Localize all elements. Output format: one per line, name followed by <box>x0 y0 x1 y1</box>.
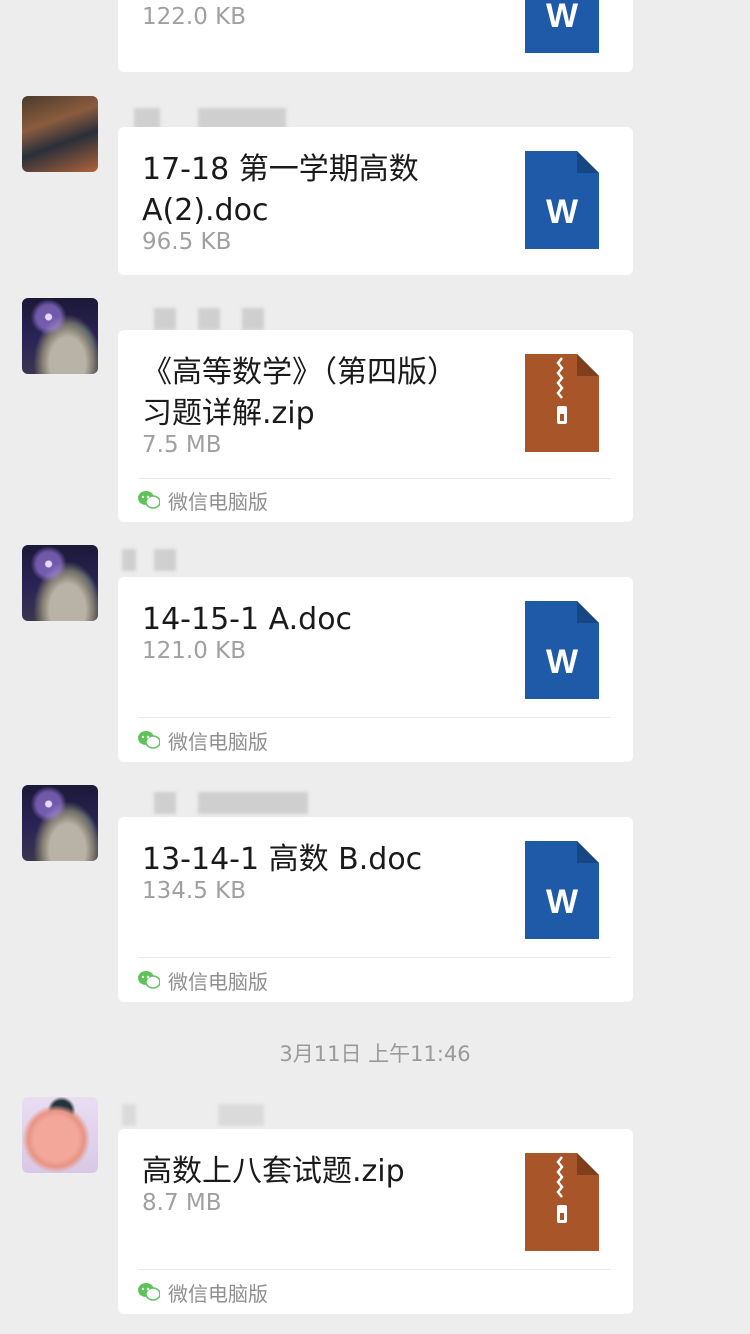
file-bubble[interactable]: 17-18 第一学期高数 A(2).doc 96.5 KB W <box>118 127 633 275</box>
file-size: 121.0 KB <box>142 638 247 664</box>
source-label: 微信电脑版 <box>168 969 268 994</box>
file-bubble[interactable]: 122.0 KB W <box>118 0 633 72</box>
file-name: 13-14-1 高数 B.doc <box>142 842 423 877</box>
avatar[interactable] <box>22 1097 98 1173</box>
divider <box>138 957 611 958</box>
word-doc-icon: W <box>525 841 599 939</box>
divider <box>138 478 611 479</box>
file-name: 17-18 第一学期高数 A(2).doc <box>142 152 419 228</box>
divider <box>138 717 611 718</box>
word-doc-icon: W <box>525 601 599 699</box>
file-name: 高数上八套试题.zip <box>142 1154 405 1189</box>
file-bubble[interactable]: 《高等数学》（第四版）习题详解.zip 7.5 MB 微信电脑版 <box>118 330 633 522</box>
file-name: 《高等数学》（第四版）习题详解.zip <box>142 355 457 431</box>
source-app: 微信电脑版 <box>138 968 268 994</box>
file-bubble[interactable]: 高数上八套试题.zip 8.7 MB 微信电脑版 <box>118 1129 633 1314</box>
file-size: 134.5 KB <box>142 878 247 904</box>
file-size: 122.0 KB <box>142 4 247 30</box>
wechat-icon <box>138 971 160 989</box>
wechat-icon <box>138 491 160 509</box>
wechat-icon <box>138 731 160 749</box>
source-label: 微信电脑版 <box>168 729 268 754</box>
file-name: 14-15-1 A.doc <box>142 602 353 637</box>
source-app: 微信电脑版 <box>138 488 268 514</box>
source-app: 微信电脑版 <box>138 728 268 754</box>
avatar[interactable] <box>22 96 98 172</box>
source-label: 微信电脑版 <box>168 489 268 514</box>
avatar[interactable] <box>22 545 98 621</box>
file-size: 7.5 MB <box>142 432 222 458</box>
word-doc-icon: W <box>525 151 599 249</box>
svg-text:W: W <box>546 0 579 35</box>
file-size: 96.5 KB <box>142 229 232 255</box>
avatar[interactable] <box>22 298 98 374</box>
file-bubble[interactable]: 13-14-1 高数 B.doc 134.5 KB W 微信电脑版 <box>118 817 633 1002</box>
svg-text:W: W <box>546 883 579 921</box>
file-bubble[interactable]: 14-15-1 A.doc 121.0 KB W 微信电脑版 <box>118 577 633 762</box>
source-app: 微信电脑版 <box>138 1280 268 1306</box>
wechat-icon <box>138 1283 160 1301</box>
divider <box>138 1269 611 1270</box>
chat-timestamp: 3月11日 上午11:46 <box>279 1042 471 1066</box>
zip-archive-icon <box>525 354 599 452</box>
svg-text:W: W <box>546 643 579 681</box>
svg-text:W: W <box>546 193 579 231</box>
word-doc-icon: W <box>525 0 599 53</box>
source-label: 微信电脑版 <box>168 1281 268 1306</box>
zip-archive-icon <box>525 1153 599 1251</box>
avatar[interactable] <box>22 785 98 861</box>
file-size: 8.7 MB <box>142 1190 222 1216</box>
